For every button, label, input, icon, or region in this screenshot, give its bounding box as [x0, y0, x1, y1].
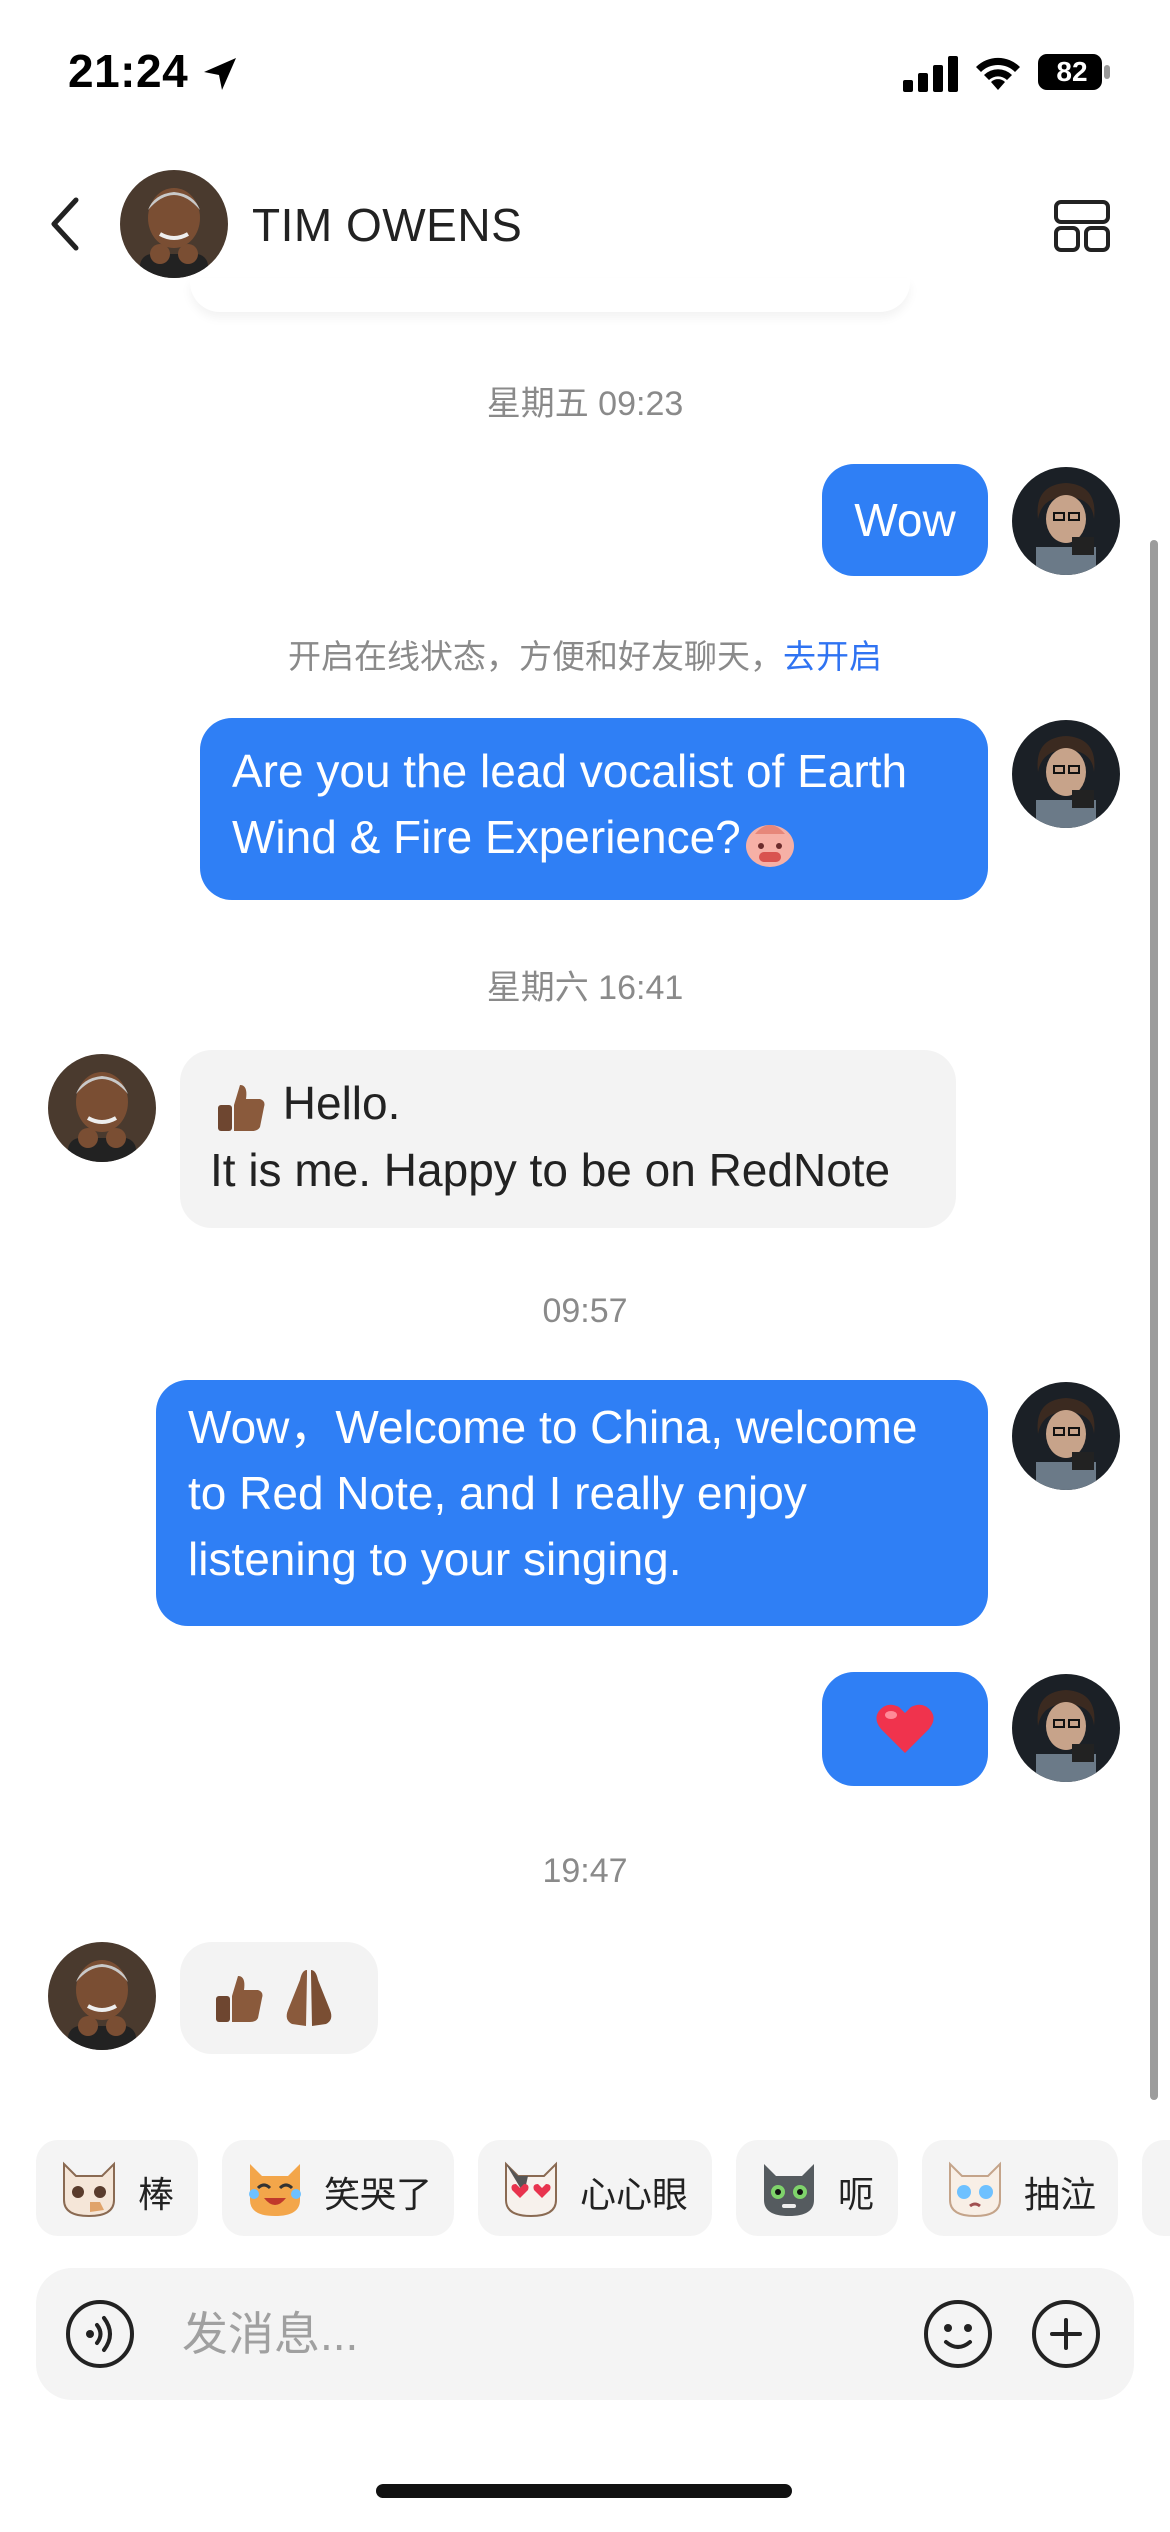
timestamp: 09:57 — [542, 1292, 628, 1330]
sticker-label: 心心眼 — [580, 2174, 689, 2215]
my-avatar[interactable] — [1012, 1382, 1120, 1490]
sticker-chip[interactable]: 心心眼 — [478, 2140, 712, 2236]
cat-heart-eyes-sticker-icon — [505, 2161, 557, 2218]
emoji-icon[interactable] — [922, 2298, 994, 2370]
sticker-label: 笑哭了 — [324, 2174, 433, 2215]
message-text: Wow，Welcome to China, welcome to Red Not… — [188, 1401, 918, 1585]
my-avatar[interactable] — [1012, 467, 1120, 575]
contact-name[interactable]: TIM OWENS — [252, 198, 522, 252]
online-status-notice: 开启在线状态，方便和好友聊天，去开启 — [0, 630, 1170, 678]
status-bar: 21:24 82 — [0, 0, 1170, 150]
message-input-bar — [36, 2268, 1134, 2400]
bashful-peach-emoji — [745, 824, 794, 867]
layout-icon[interactable] — [1052, 196, 1112, 256]
battery-level: 82 — [1056, 56, 1088, 87]
sticker-chip[interactable] — [1142, 2140, 1170, 2236]
message-line: Hello. — [210, 1070, 926, 1137]
plus-icon[interactable] — [1030, 2298, 1102, 2370]
my-avatar-image — [1012, 720, 1120, 828]
sticker-label: 呃 — [838, 2174, 875, 2215]
sticker-chip[interactable]: 抽泣 — [922, 2140, 1118, 2236]
voice-icon[interactable] — [64, 2298, 136, 2370]
pinned-card-edge — [190, 278, 910, 312]
timestamp: 星期六 16:41 — [486, 969, 684, 1007]
my-avatar-image — [1012, 1674, 1120, 1782]
message-text: Are you the lead vocalist of Earth Wind … — [232, 745, 908, 863]
message-text: It is me. Happy to be on RedNote — [210, 1143, 891, 1196]
sticker-suggestions: 棒 笑哭了 心心眼 呃 抽泣 — [0, 2140, 1170, 2238]
message-text: Hello. — [282, 1077, 401, 1129]
cat-awkward-sticker-icon — [764, 2164, 814, 2216]
message-bubble-incoming[interactable] — [180, 1942, 378, 2054]
my-avatar[interactable] — [1012, 720, 1120, 828]
enable-online-link[interactable]: 去开启 — [783, 638, 882, 675]
sticker-chip[interactable]: 笑哭了 — [222, 2140, 454, 2236]
thumbs-up-emoji — [216, 1976, 263, 2022]
location-arrow-icon — [204, 58, 236, 90]
chat-area[interactable]: 星期五 09:23 Wow 开启在线状态，方便和好友聊天，去开启 Are you… — [0, 312, 1170, 2102]
sticker-label: 抽泣 — [1024, 2174, 1097, 2215]
wifi-icon — [976, 57, 1020, 90]
notice-text: 开启在线状态，方便和好友聊天， — [288, 638, 783, 675]
chat-scrollbar[interactable] — [1150, 540, 1158, 2100]
cat-sob-sticker-icon — [949, 2161, 1001, 2218]
contact-avatar-image — [48, 1054, 156, 1162]
sticker-label: 棒 — [138, 2174, 175, 2215]
message-bubble-outgoing[interactable]: Are you the lead vocalist of Earth Wind … — [200, 718, 988, 900]
message-bubble-outgoing[interactable]: Wow — [822, 464, 988, 576]
cat-thumbs-sticker-icon — [63, 2161, 115, 2218]
chat-header: TIM OWENS — [0, 160, 1170, 290]
folded-hands-emoji — [286, 1970, 332, 2026]
timestamp: 19:47 — [542, 1852, 628, 1890]
cat-laugh-cry-sticker-icon — [249, 2164, 301, 2216]
message-bubble-outgoing[interactable]: Wow，Welcome to China, welcome to Red Not… — [156, 1380, 988, 1626]
contact-avatar[interactable] — [48, 1054, 156, 1162]
my-avatar-image — [1012, 467, 1120, 575]
sticker-chip[interactable]: 棒 — [36, 2140, 198, 2236]
sticker-chip[interactable]: 呃 — [736, 2140, 898, 2236]
heart-emoji — [876, 1704, 934, 1753]
home-indicator[interactable] — [376, 2484, 792, 2498]
contact-avatar-image — [48, 1942, 156, 2050]
signal-icon — [903, 56, 958, 92]
my-avatar-image — [1012, 1382, 1120, 1490]
timestamp: 星期五 09:23 — [486, 385, 684, 423]
my-avatar[interactable] — [1012, 1674, 1120, 1782]
back-icon[interactable] — [46, 194, 86, 254]
message-bubble-incoming[interactable]: Hello. It is me. Happy to be on RedNote — [180, 1050, 956, 1228]
message-bubble-outgoing[interactable] — [822, 1672, 988, 1786]
contact-avatar-image — [120, 170, 228, 278]
message-input[interactable] — [182, 2294, 882, 2374]
contact-avatar[interactable] — [48, 1942, 156, 2050]
status-time: 21:24 — [68, 45, 189, 97]
message-text: Wow — [854, 494, 956, 546]
contact-avatar[interactable] — [120, 170, 228, 278]
thumbs-up-emoji — [218, 1084, 265, 1131]
